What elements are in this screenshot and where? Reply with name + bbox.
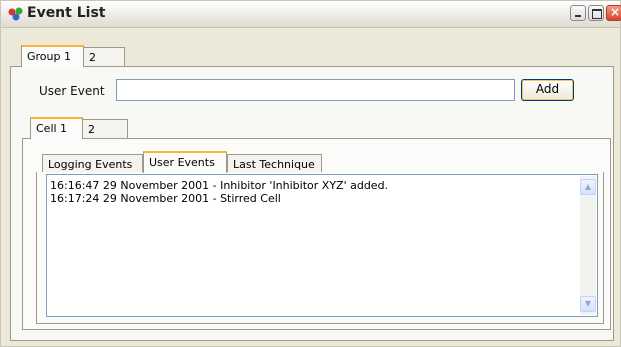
user-event-label: User Event [39,84,105,98]
minimize-button[interactable] [570,5,586,21]
close-button[interactable]: × [606,5,621,21]
tab-group-1[interactable]: Group 1 [21,45,84,67]
tab-logging-events-label: Logging Events [48,158,133,171]
maximize-icon [592,9,602,19]
minimize-icon [575,15,581,17]
app-icon [8,7,23,21]
tab-cell-1-label: Cell 1 [36,122,68,135]
window-title: Event List [27,5,106,21]
tab-cell-2[interactable]: 2 [82,119,128,139]
tab-last-technique-label: Last Technique [233,158,315,171]
scroll-down-button[interactable]: ▼ [580,296,596,312]
tab-user-events[interactable]: User Events [143,151,227,173]
event-row: 16:17:24 29 November 2001 - Stirred Cell [50,192,281,205]
user-event-input[interactable] [116,79,515,101]
event-list-window: Event List × Group 1 2 User Event Add Ce… [0,0,621,347]
add-button[interactable]: Add [521,79,574,101]
chevron-down-icon: ▼ [584,299,592,308]
tab-group-1-label: Group 1 [27,50,71,63]
tab-last-technique[interactable]: Last Technique [227,154,322,174]
scroll-up-button[interactable]: ▲ [580,179,596,195]
tab-group-2-label: 2 [89,51,96,64]
tab-cell-2-label: 2 [88,123,95,136]
tab-group-2[interactable]: 2 [83,47,125,67]
close-icon: × [610,5,621,19]
events-list[interactable]: 16:16:47 29 November 2001 - Inhibitor 'I… [46,174,598,317]
tab-cell-1[interactable]: Cell 1 [30,117,83,139]
vertical-scrollbar[interactable]: ▲ ▼ [580,176,596,315]
event-row: 16:16:47 29 November 2001 - Inhibitor 'I… [50,179,389,192]
maximize-button[interactable] [588,5,604,21]
chevron-up-icon: ▲ [584,182,592,191]
title-bar[interactable]: Event List × [1,1,621,28]
add-button-label: Add [535,82,560,96]
tab-logging-events[interactable]: Logging Events [42,154,143,174]
tab-user-events-label: User Events [149,156,215,169]
